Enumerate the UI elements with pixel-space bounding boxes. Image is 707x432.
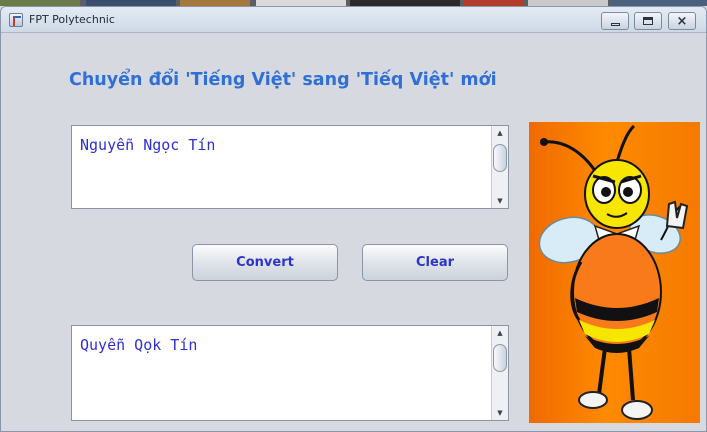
scroll-up-arrow-icon[interactable]: ▲	[492, 126, 508, 140]
scroll-down-arrow-icon[interactable]: ▼	[492, 406, 508, 420]
maximize-icon	[643, 17, 653, 25]
clear-button[interactable]: Clear	[362, 244, 508, 281]
bee-mascot-image	[529, 122, 700, 423]
app-window: FPT Polytechnic × Chuyển đổi 'Tiếng Việt…	[0, 6, 707, 432]
input-scrollbar[interactable]: ▲ ▼	[491, 126, 508, 208]
bee-mascot-icon	[538, 124, 689, 420]
scroll-up-arrow-icon[interactable]: ▲	[492, 326, 508, 340]
title-bar[interactable]: FPT Polytechnic ×	[1, 7, 706, 33]
convert-button[interactable]: Convert	[192, 244, 338, 281]
output-text-area[interactable]: Quyễn Qọk Tín ▲ ▼	[71, 325, 509, 421]
page-title: Chuyển đổi 'Tiếng Việt' sang 'Tiếq Việt'…	[69, 70, 497, 90]
input-text-area[interactable]: Nguyễn Ngọc Tín ▲ ▼	[71, 125, 509, 209]
output-scrollbar[interactable]: ▲ ▼	[491, 326, 508, 420]
java-app-icon	[9, 13, 23, 27]
output-text[interactable]: Quyễn Qọk Tín	[80, 336, 197, 354]
input-text[interactable]: Nguyễn Ngọc Tín	[80, 136, 215, 154]
close-button[interactable]: ×	[668, 12, 696, 30]
window-title: FPT Polytechnic	[29, 13, 115, 26]
scrollbar-thumb[interactable]	[493, 344, 507, 372]
minimize-button[interactable]	[601, 12, 629, 30]
minimize-icon	[610, 22, 620, 26]
maximize-button[interactable]	[634, 12, 662, 30]
main-panel: Chuyển đổi 'Tiếng Việt' sang 'Tiếq Việt'…	[1, 34, 706, 431]
close-icon: ×	[676, 13, 688, 29]
scrollbar-thumb[interactable]	[493, 144, 507, 172]
scroll-down-arrow-icon[interactable]: ▼	[492, 194, 508, 208]
